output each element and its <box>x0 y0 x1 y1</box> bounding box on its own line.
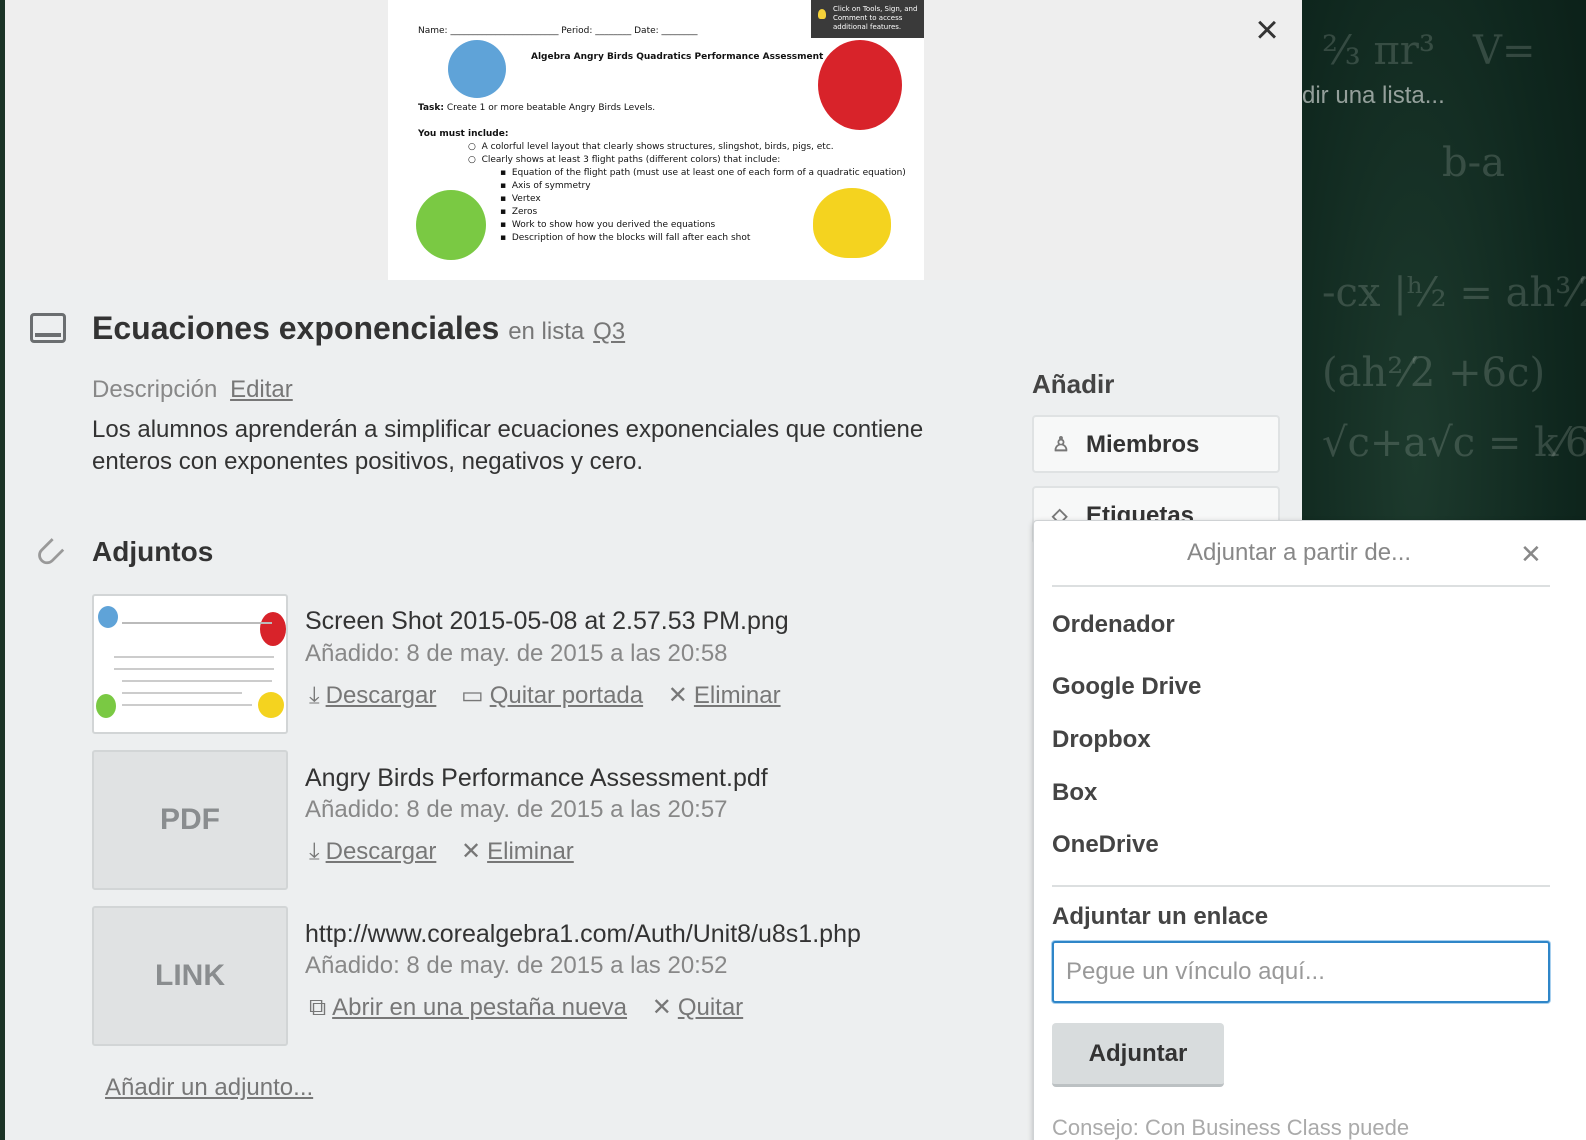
edit-description-link[interactable]: Editar <box>230 376 293 403</box>
add-attachment-link[interactable]: Añadir un adjunto... <box>105 1074 313 1102</box>
attachment-thumbnail[interactable]: PDF <box>92 750 288 890</box>
close-icon: ✕ <box>667 682 688 709</box>
cover-subitem: ▪ Equation of the flight path (must use … <box>500 168 906 178</box>
attachment-date: Añadido: 8 de may. de 2015 a las 20:57 <box>305 796 728 823</box>
chalk-decoration: (ah²⁄2 +6c) <box>1322 350 1546 396</box>
cover-item: ○ A colorful level layout that clearly s… <box>468 142 834 152</box>
source-google-drive[interactable]: Google Drive <box>1052 673 1201 701</box>
cover-subitem: ▪ Work to show how you derived the equat… <box>500 220 716 230</box>
paperclip-icon: ⊂ <box>23 526 76 579</box>
cover-subitem: ▪ Vertex <box>500 194 541 204</box>
attachment-name[interactable]: Screen Shot 2015-05-08 at 2.57.53 PM.png <box>305 607 789 636</box>
chalk-decoration: ²⁄₃ πr³ V= <box>1322 28 1536 74</box>
popover-title: Adjuntar a partir de... <box>1186 539 1412 566</box>
card-title[interactable]: Ecuaciones exponenciales en lista Q3 <box>92 310 625 347</box>
card-cover: Name: ________________________ Period: _… <box>5 0 1302 280</box>
delete-link[interactable]: ✕ Eliminar <box>461 838 574 865</box>
source-computer[interactable]: Ordenador <box>1052 611 1175 639</box>
person-icon: ♙ <box>1052 434 1070 456</box>
chalk-decoration: b‑a <box>1442 140 1505 186</box>
chalk-decoration: -cx |ʰ⁄₂ = ah³⁄24 + <box>1322 270 1586 316</box>
king-pig-icon <box>416 190 486 260</box>
description-header: Descripción Editar <box>92 376 293 404</box>
in-list-label: en lista <box>508 318 585 345</box>
remove-link[interactable]: ✕ Quitar <box>652 994 743 1021</box>
download-icon: ⤓ <box>309 682 320 709</box>
attachment-actions: ⧉ Abrir en una pestaña nueva ✕ Quitar <box>309 993 761 1022</box>
add-list-hint[interactable]: dir una lista... <box>1302 82 1445 110</box>
members-label: Miembros <box>1086 431 1200 458</box>
description-text[interactable]: Los alumnos aprenderán a simplificar ecu… <box>92 414 992 478</box>
delete-link[interactable]: ✕ Eliminar <box>668 682 781 709</box>
attachment-date: Añadido: 8 de may. de 2015 a las 20:52 <box>305 952 728 979</box>
cover-subitem: ▪ Description of how the blocks will fal… <box>500 233 751 243</box>
close-card-icon[interactable]: × <box>1249 10 1285 50</box>
attach-link-title: Adjuntar un enlace <box>1052 903 1269 930</box>
attachment-thumbnail[interactable] <box>92 594 288 734</box>
link-url-input[interactable] <box>1052 941 1550 1003</box>
close-icon: ✕ <box>651 994 672 1021</box>
open-new-tab-link[interactable]: ⧉ Abrir en una pestaña nueva <box>309 994 627 1021</box>
business-class-tip: Consejo: Con Business Class puede <box>1052 1115 1410 1140</box>
cover-subitem: ▪ Axis of symmetry <box>500 181 591 191</box>
attachment-thumbnail[interactable]: LINK <box>92 906 288 1046</box>
source-dropbox[interactable]: Dropbox <box>1052 726 1151 754</box>
attachment-actions: ⤓ Descargar ✕ Eliminar <box>309 837 592 866</box>
close-icon: ✕ <box>461 838 482 865</box>
divider <box>1052 585 1550 587</box>
divider <box>1052 885 1550 887</box>
yellow-bird-icon <box>813 188 891 258</box>
cover-subitem: ▪ Zeros <box>500 207 538 217</box>
download-link[interactable]: ⤓ Descargar <box>309 838 436 865</box>
attach-from-popover: Adjuntar a partir de... ✕ Ordenador Goog… <box>1033 520 1586 1140</box>
members-button[interactable]: ♙ Miembros <box>1032 415 1280 473</box>
attachment-date: Añadido: 8 de may. de 2015 a las 20:58 <box>305 640 728 667</box>
source-onedrive[interactable]: OneDrive <box>1052 831 1159 859</box>
red-bird-icon <box>818 40 902 130</box>
card-title-text[interactable]: Ecuaciones exponenciales <box>92 310 499 346</box>
cover-doc-title: Algebra Angry Birds Quadratics Performan… <box>531 52 824 62</box>
attachment-name[interactable]: Angry Birds Performance Assessment.pdf <box>305 764 768 793</box>
cover-include-label: You must include: <box>418 129 509 139</box>
chalk-decoration: √c+a√c = k⁄6 <box>1322 420 1586 466</box>
cover-tooltip: Click on Tools, Sign, and Comment to acc… <box>811 0 924 38</box>
download-link[interactable]: ⤓ Descargar <box>309 682 436 709</box>
cover-name-line: Name: ________________________ Period: _… <box>418 26 698 36</box>
attachment-actions: ⤓ Descargar ▭ Quitar portada ✕ Eliminar <box>309 681 799 710</box>
external-link-icon: ⧉ <box>309 994 327 1021</box>
cover-image: Name: ________________________ Period: _… <box>388 0 924 280</box>
close-popover-icon[interactable]: ✕ <box>1520 539 1542 570</box>
download-icon: ⤓ <box>309 838 320 865</box>
card-icon <box>30 313 66 343</box>
attachments-title: Adjuntos <box>92 536 214 567</box>
attach-button[interactable]: Adjuntar <box>1052 1023 1224 1087</box>
description-label: Descripción <box>92 376 218 403</box>
source-box[interactable]: Box <box>1052 779 1097 807</box>
blue-bird-icon <box>448 40 506 98</box>
list-name-link[interactable]: Q3 <box>593 318 625 345</box>
cover-item: ○ Clearly shows at least 3 flight paths … <box>468 155 781 165</box>
add-section-title: Añadir <box>1032 369 1115 399</box>
remove-cover-link[interactable]: ▭ Quitar portada <box>461 682 643 709</box>
card-cover-icon: ▭ <box>461 682 484 709</box>
cover-task: Task: Create 1 or more beatable Angry Bi… <box>418 103 656 113</box>
attachment-name[interactable]: http://www.corealgebra1.com/Auth/Unit8/u… <box>305 920 861 949</box>
